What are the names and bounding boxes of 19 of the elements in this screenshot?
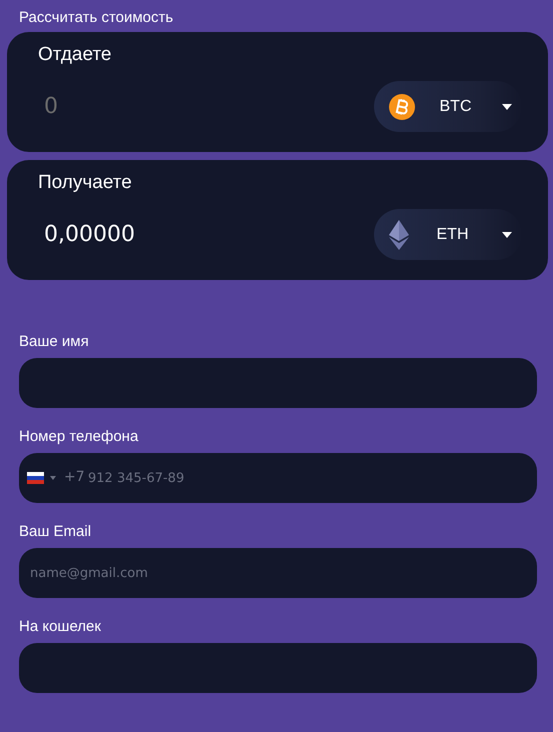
flag-icon — [27, 472, 44, 484]
dial-code: +7 — [64, 469, 85, 486]
input-field[interactable] — [19, 358, 537, 408]
caret-icon — [50, 476, 56, 480]
caret-icon — [502, 104, 512, 110]
input-field[interactable] — [19, 643, 537, 693]
field-label: Номер телефона — [19, 428, 140, 445]
amount-field[interactable]: 0,00000 — [38, 222, 244, 247]
field-label: Ваш Email — [19, 523, 92, 540]
amount-field[interactable]: 0 — [38, 94, 244, 119]
card-label: Получаете — [38, 172, 133, 195]
field-label: Ваше имя — [19, 333, 90, 350]
caret-icon — [502, 232, 512, 238]
bitcoin-icon — [389, 94, 415, 120]
field-label: На кошелек — [19, 618, 102, 635]
ethereum-icon — [389, 220, 409, 250]
email-field[interactable]: name@gmail.com — [19, 548, 537, 598]
section-title: Рассчитать стоимость — [19, 9, 174, 26]
card-label: Отдаете — [38, 44, 112, 67]
